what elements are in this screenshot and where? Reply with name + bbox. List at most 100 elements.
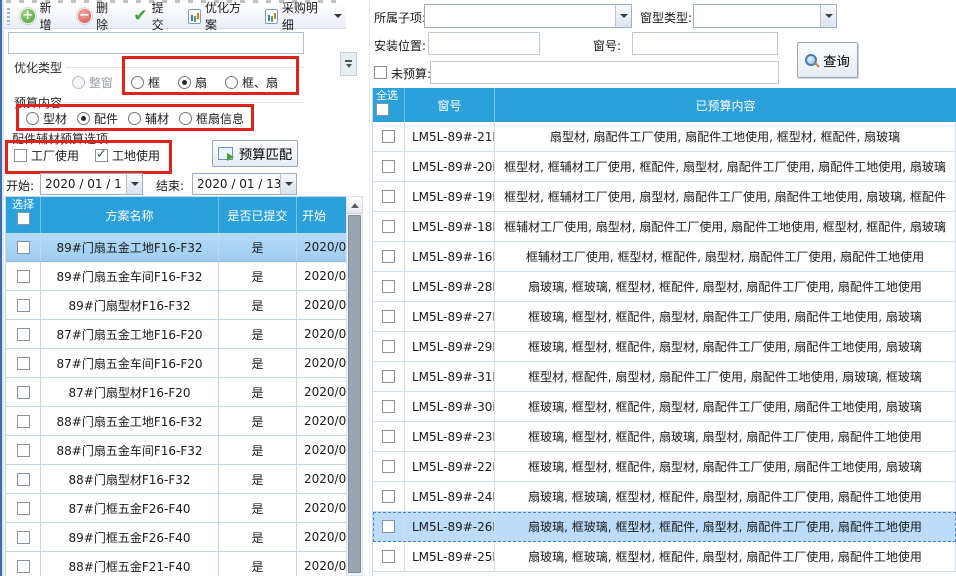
row-checkbox[interactable]	[382, 340, 395, 353]
row-checkbox[interactable]	[382, 250, 395, 263]
radio-budget-content-1[interactable]: 配件	[77, 110, 118, 127]
table-row[interactable]: 89#门扇型材F16-F32是2020/0	[6, 291, 347, 320]
row-checkbox[interactable]	[382, 280, 395, 293]
table-row[interactable]: 89#门扇五金车间F16-F32是2020/0	[6, 262, 347, 291]
row-checkbox[interactable]	[17, 444, 30, 457]
dropdown-arrow-icon[interactable]	[615, 5, 631, 27]
row-checkbox[interactable]	[17, 415, 30, 428]
budget-match-button[interactable]: 预算匹配	[212, 140, 298, 167]
row-checkbox[interactable]	[17, 502, 30, 515]
row-checkbox[interactable]	[17, 241, 30, 254]
table-row[interactable]: LM5L-89#-16F15框辅材工厂使用, 框型材, 框配件, 扇型材, 扇配…	[373, 242, 956, 272]
query-button[interactable]: 查询	[797, 42, 858, 78]
row-checkbox[interactable]	[382, 310, 395, 323]
toolbar-button-add[interactable]: 新增	[16, 0, 67, 35]
row-checkbox[interactable]	[17, 386, 30, 399]
table-row[interactable]: LM5L-89#-19F17框型材, 框辅材工厂使用, 扇型材, 扇配件工厂使用…	[373, 182, 956, 212]
toolbar-button-optimize-plan[interactable]: 优化方案	[184, 0, 255, 35]
row-checkbox[interactable]	[382, 220, 395, 233]
checkbox-usage-0[interactable]: 工厂使用	[14, 147, 79, 164]
row-checkbox[interactable]	[17, 328, 30, 341]
dropdown-caret-icon[interactable]	[334, 14, 342, 18]
dropdown-arrow-icon[interactable]	[820, 5, 836, 27]
table-row[interactable]: LM5L-89#-29F27框玻璃, 框型材, 框配件, 扇型材, 扇配件工厂使…	[373, 332, 956, 362]
not-budgeted-checkbox[interactable]	[374, 66, 387, 79]
radio-label: 框、扇	[242, 74, 278, 91]
row-checkbox[interactable]	[17, 270, 30, 283]
toolbar-button-delete[interactable]: 删除	[73, 0, 124, 35]
plans-table-scrollbar[interactable]	[346, 196, 363, 576]
table-row[interactable]: 88#门框五金F21-F40是2020/0	[6, 552, 347, 576]
dropdown-arrow-icon[interactable]	[280, 174, 296, 194]
table-row[interactable]: 87#门框五金F26-F40是2020/0	[6, 494, 347, 523]
row-checkbox[interactable]	[17, 560, 30, 573]
table-row[interactable]: LM5L-89#-27F25框玻璃, 框型材, 框配件, 扇型材, 扇配件工厂使…	[373, 302, 956, 332]
row-checkbox[interactable]	[382, 520, 395, 533]
row-checkbox[interactable]	[382, 160, 395, 173]
table-row[interactable]: 87#门扇五金车间F16-F20是2020/0	[6, 349, 347, 378]
cell-select	[6, 436, 41, 465]
toolbar-button-purchase-detail[interactable]: 采购明细	[261, 0, 346, 35]
table-row[interactable]: 87#门扇型材F16-F20是2020/0	[6, 378, 347, 407]
cell-window-no: LM5L-89#-26F24	[405, 512, 495, 542]
row-checkbox[interactable]	[382, 130, 395, 143]
table-row[interactable]: LM5L-89#-24F22扇玻璃, 框玻璃, 框型材, 框配件, 扇型材, 扇…	[373, 482, 956, 512]
window-type-combobox[interactable]	[693, 4, 837, 28]
start-date-picker[interactable]: 2020 / 01 / 1	[40, 173, 143, 195]
table-row[interactable]: LM5L-89#-30F28框玻璃, 框型材, 框配件, 扇型材, 扇配件工厂使…	[373, 392, 956, 422]
budget-match-icon	[218, 147, 233, 160]
radio-budget-content-3[interactable]: 框扇信息	[179, 110, 244, 127]
radio-label: 型材	[43, 110, 67, 127]
cell-plan-name: 87#门扇型材F16-F20	[41, 378, 219, 407]
window-no-input[interactable]	[632, 32, 778, 55]
row-checkbox[interactable]	[17, 357, 30, 370]
table-row[interactable]: LM5L-89#-22F20框玻璃, 框型材, 框配件, 扇型材, 扇配件工厂使…	[373, 452, 956, 482]
table-row[interactable]: LM5L-89#-18F16框辅材工厂使用, 扇型材, 扇配件工厂使用, 扇配件…	[373, 212, 956, 242]
row-checkbox[interactable]	[17, 299, 30, 312]
row-checkbox[interactable]	[17, 531, 30, 544]
row-checkbox[interactable]	[382, 400, 395, 413]
table-row[interactable]: 87#门扇五金工地F16-F20是2020/0	[6, 320, 347, 349]
table-row[interactable]: 88#门扇型材F16-F32是2020/0	[6, 465, 347, 494]
plan-filter-input[interactable]	[8, 32, 304, 54]
cell-start-date: 2020/0	[297, 262, 347, 291]
table-row[interactable]: LM5L-89#-28F26扇玻璃, 框玻璃, 框型材, 框配件, 扇型材, 扇…	[373, 272, 956, 302]
end-date-picker[interactable]: 2020 / 01 / 13	[192, 173, 297, 195]
table-row[interactable]: 88#门扇五金车间F16-F32是2020/0	[6, 436, 347, 465]
radio-optimize-type-2[interactable]: 扇	[178, 74, 207, 91]
row-checkbox[interactable]	[382, 490, 395, 503]
row-checkbox[interactable]	[382, 370, 395, 383]
row-checkbox[interactable]	[382, 190, 395, 203]
scrollbar-thumb[interactable]	[348, 215, 361, 573]
table-row[interactable]: LM5L-89#-23F21框玻璃, 框型材, 框配件, 扇玻璃, 扇型材, 扇…	[373, 422, 956, 452]
radio-budget-content-0[interactable]: 型材	[26, 110, 67, 127]
scroll-up-icon[interactable]	[347, 197, 362, 214]
table-row[interactable]: LM5L-89#-21F19扇型材, 扇配件工厂使用, 扇配件工地使用, 框型材…	[373, 122, 956, 152]
row-checkbox[interactable]	[382, 550, 395, 563]
table-row[interactable]: 88#门扇五金工地F16-F32是2020/0	[6, 407, 347, 436]
table-row[interactable]: LM5L-89#-25F23扇玻璃, 框玻璃, 框型材, 框配件, 扇型材, 扇…	[373, 542, 956, 572]
sub-item-combobox[interactable]	[424, 4, 632, 28]
checkbox-usage-1[interactable]: 工地使用	[95, 147, 160, 164]
row-checkbox[interactable]	[382, 430, 395, 443]
toolbar-overflow-button[interactable]	[340, 52, 357, 76]
table-row[interactable]: 89#门框五金F26-F40是2020/0	[6, 523, 347, 552]
dropdown-arrow-icon[interactable]	[126, 174, 142, 194]
radio-optimize-type-1[interactable]: 框	[131, 74, 160, 91]
select-all-checkbox[interactable]	[17, 212, 30, 225]
not-budgeted-input[interactable]	[430, 61, 779, 84]
radio-optimize-type-3[interactable]: 框、扇	[225, 74, 278, 91]
table-row[interactable]: LM5L-89#-20F18框型材, 框辅材工厂使用, 框配件, 扇型材, 扇配…	[373, 152, 956, 182]
select-all-checkbox[interactable]	[376, 103, 389, 116]
radio-budget-content-2[interactable]: 辅材	[128, 110, 169, 127]
toolbar-button-submit[interactable]: 提交	[129, 0, 178, 35]
table-row[interactable]: LM5L-89#-31F29框型材, 框配件, 扇型材, 扇配件工厂使用, 扇配…	[373, 362, 956, 392]
row-checkbox[interactable]	[17, 473, 30, 486]
row-checkbox[interactable]	[382, 460, 395, 473]
table-row[interactable]: 89#门扇五金工地F16-F32是2020/0	[6, 233, 347, 262]
install-position-input[interactable]	[428, 32, 540, 55]
table-row[interactable]: LM5L-89#-26F24扇玻璃, 框玻璃, 框型材, 框配件, 扇型材, 扇…	[373, 512, 956, 542]
chart-doc-icon	[188, 9, 201, 24]
toolbar-grip[interactable]	[7, 8, 10, 25]
overflow-icon	[345, 60, 352, 62]
